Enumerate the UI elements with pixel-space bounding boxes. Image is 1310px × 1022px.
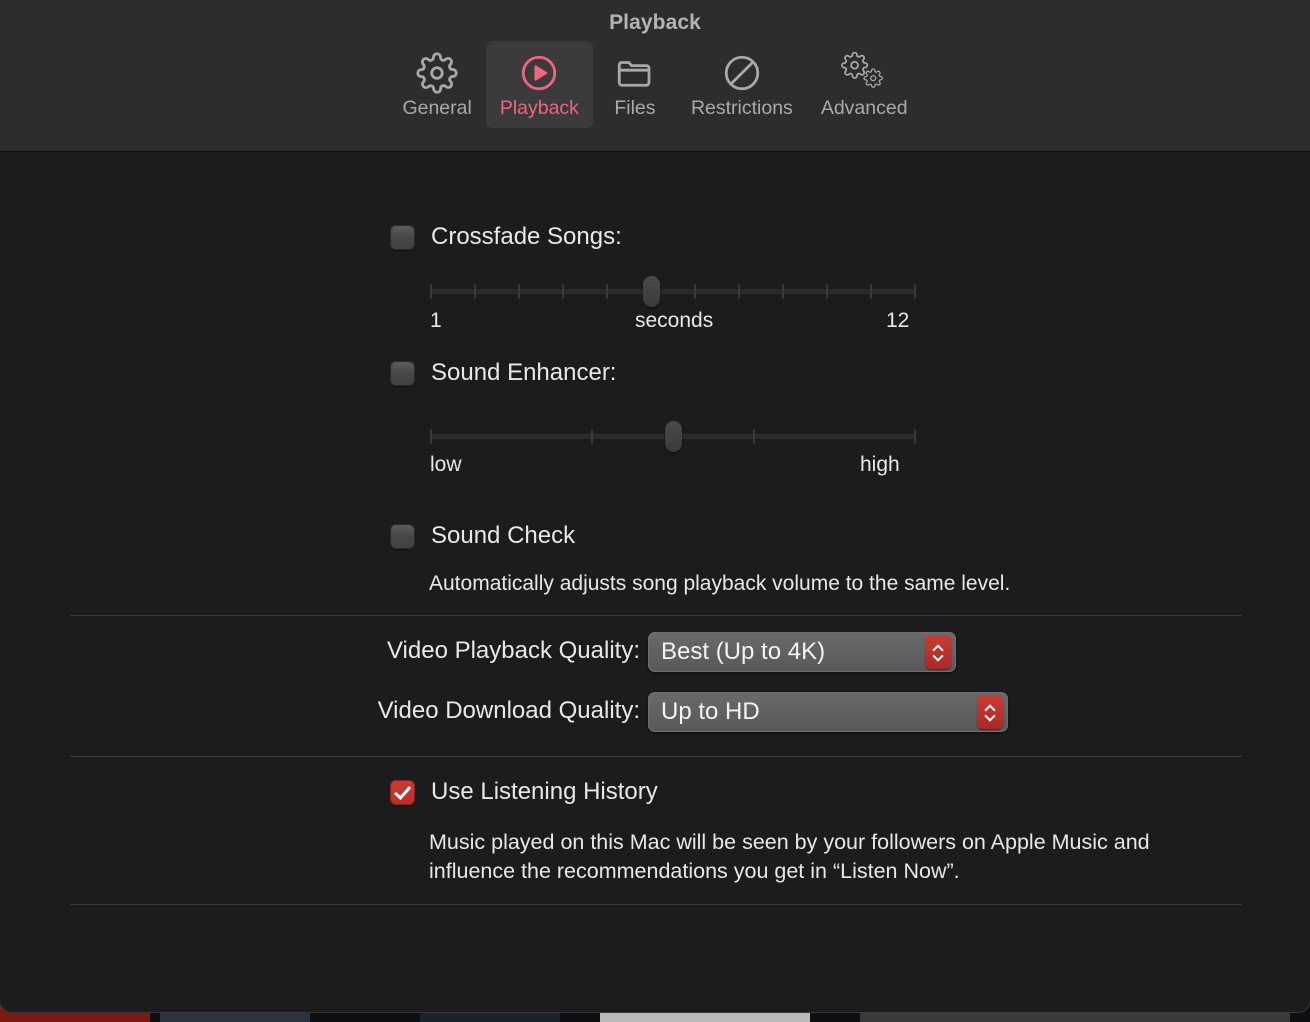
- video-download-quality-stepper[interactable]: [977, 695, 1003, 729]
- use-listening-history-checkbox[interactable]: [390, 779, 415, 805]
- tab-general[interactable]: General: [388, 41, 485, 128]
- slider-tick: [474, 284, 476, 299]
- slider-tick: [826, 284, 828, 299]
- tab-playback[interactable]: Playback: [485, 41, 593, 128]
- tab-files-label: Files: [614, 97, 656, 119]
- tab-general-label: General: [402, 97, 472, 119]
- crossfade-max-label: 12: [886, 309, 910, 332]
- sound-check-row[interactable]: Sound Check: [390, 522, 575, 550]
- video-playback-quality-value: Best (Up to 4K): [661, 638, 826, 665]
- slider-tick: [752, 429, 755, 444]
- slider-tick: [430, 429, 432, 444]
- video-download-quality-popup[interactable]: Up to HD: [648, 692, 1008, 732]
- tab-advanced[interactable]: Advanced: [807, 41, 922, 128]
- video-playback-quality-popup[interactable]: Best (Up to 4K): [648, 632, 956, 672]
- folder-icon: [614, 51, 656, 95]
- sound-enhancer-row[interactable]: Sound Enhancer:: [390, 359, 616, 387]
- video-playback-quality-stepper[interactable]: [925, 635, 951, 669]
- slider-tick: [782, 284, 784, 299]
- slider-tick: [606, 284, 608, 299]
- crossfade-unit-label: seconds: [635, 309, 714, 332]
- crossfade-seconds-slider[interactable]: [430, 276, 916, 307]
- divider-footer: [70, 904, 1242, 905]
- video-download-quality-label: Video Download Quality:: [377, 697, 640, 724]
- video-download-quality-value: Up to HD: [661, 698, 760, 725]
- divider-top: [70, 615, 1242, 616]
- chevron-down-icon: [985, 713, 995, 719]
- double-gear-icon: [840, 51, 888, 95]
- use-listening-history-label: Use Listening History: [431, 778, 658, 805]
- slider-tick: [914, 429, 916, 444]
- no-entry-icon: [721, 51, 763, 95]
- sound-enhancer-checkbox[interactable]: [390, 360, 415, 386]
- listening-history-description-line2: influence the recommendations you get in…: [429, 859, 960, 883]
- preferences-content: Crossfade Songs: 1 seconds 12 Sound Enha…: [0, 152, 1310, 1012]
- slider-knob[interactable]: [665, 421, 682, 452]
- video-playback-quality-label: Video Playback Quality:: [386, 637, 640, 664]
- crossfade-songs-checkbox[interactable]: [390, 224, 415, 250]
- slider-tick: [914, 284, 916, 299]
- sound-enhancer-max-label: high: [860, 453, 900, 476]
- listening-history-description-line1: Music played on this Mac will be seen by…: [429, 830, 1150, 854]
- chevron-down-icon: [933, 653, 943, 659]
- tab-playback-label: Playback: [499, 97, 579, 119]
- tab-files[interactable]: Files: [593, 41, 677, 128]
- slider-tick: [430, 284, 432, 299]
- sound-check-checkbox[interactable]: [390, 523, 415, 549]
- slider-tick: [518, 284, 520, 299]
- crossfade-songs-row[interactable]: Crossfade Songs:: [390, 223, 622, 251]
- preferences-tab-bar: General Playback Files Restrictions Adva…: [0, 41, 1310, 128]
- divider-bottom: [70, 756, 1242, 757]
- sound-check-description: Automatically adjusts song playback volu…: [429, 572, 1011, 595]
- use-listening-history-row[interactable]: Use Listening History: [390, 778, 658, 806]
- slider-track: [430, 289, 916, 294]
- sound-enhancer-label: Sound Enhancer:: [431, 359, 617, 386]
- preferences-window: Playback General Playback Files Restrict…: [0, 0, 1310, 1012]
- tab-restrictions[interactable]: Restrictions: [677, 41, 807, 128]
- window-toolbar: Playback General Playback Files Restrict…: [0, 0, 1310, 152]
- play-circle-icon: [518, 51, 560, 95]
- slider-tick: [738, 284, 740, 299]
- crossfade-min-label: 1: [430, 309, 442, 332]
- tab-restrictions-label: Restrictions: [690, 97, 793, 119]
- slider-tick: [870, 284, 872, 299]
- crossfade-songs-label: Crossfade Songs:: [431, 223, 622, 250]
- sound-enhancer-min-label: low: [430, 453, 462, 476]
- gear-icon: [416, 51, 458, 95]
- tab-advanced-label: Advanced: [820, 97, 908, 119]
- slider-knob[interactable]: [642, 276, 660, 307]
- slider-tick: [562, 284, 564, 299]
- slider-tick: [694, 284, 696, 299]
- sound-enhancer-slider[interactable]: [430, 421, 916, 452]
- window-title: Playback: [609, 11, 701, 34]
- sound-check-label: Sound Check: [431, 522, 576, 549]
